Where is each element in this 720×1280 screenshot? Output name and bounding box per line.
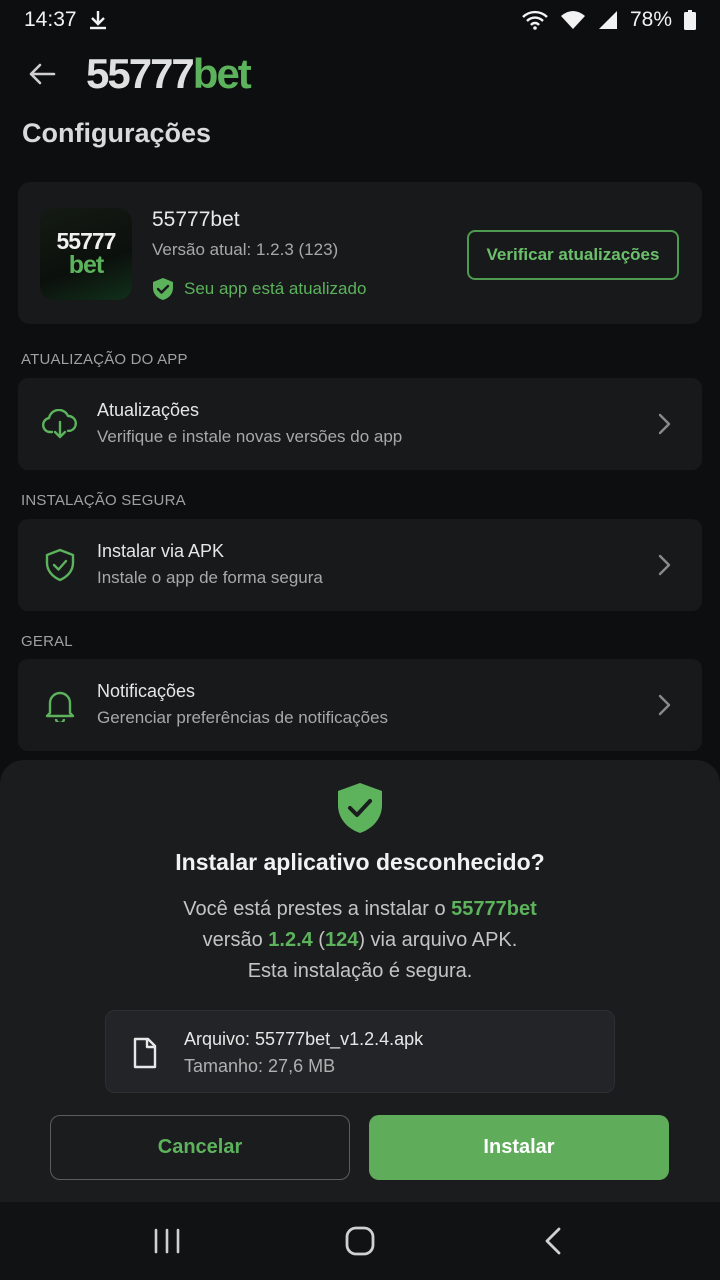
chevron-left-icon — [545, 1227, 561, 1255]
arrow-left-icon — [29, 63, 56, 85]
nav-back-button[interactable] — [523, 1211, 583, 1271]
status-right: 78% — [522, 8, 696, 32]
install-dialog-sheet: Instalar aplicativo desconhecido? Você e… — [0, 760, 720, 1202]
shield-check-outline-icon — [42, 547, 78, 583]
menu-item-subtitle: Instale o app de forma segura — [97, 568, 323, 587]
status-bar: 14:37 78% — [0, 0, 720, 40]
menu-item-title: Instalar via APK — [97, 541, 225, 561]
app-logo-bet: bet — [68, 251, 104, 279]
signal-icon — [598, 10, 618, 30]
shield-check-icon — [153, 278, 173, 300]
brand-number: 55777 — [86, 50, 195, 97]
menu-item-updates[interactable]: Atualizações Verifique e instale novas v… — [18, 378, 702, 470]
dialog-line-1: Você está prestes a instalar o 55777bet — [0, 894, 720, 925]
battery-percent: 78% — [629, 8, 672, 31]
menu-item-notifications[interactable]: Notificações Gerenciar preferências de n… — [18, 659, 702, 751]
dialog-title: Instalar aplicativo desconhecido? — [175, 849, 545, 875]
menu-item-title: Atualizações — [97, 400, 200, 420]
file-icon — [133, 1037, 157, 1069]
app-logo: 55777 bet — [40, 208, 132, 300]
app-status-text: Seu app está atualizado — [184, 279, 367, 298]
wifi-icon — [522, 10, 548, 30]
app-status: Seu app está atualizado — [152, 277, 366, 301]
menu-item-subtitle: Gerenciar preferências de notificações — [97, 708, 389, 727]
dialog-line-1-prefix: Você está prestes a instalar o — [183, 898, 452, 920]
bell-icon — [42, 687, 78, 723]
wifi-calling-icon — [560, 10, 586, 30]
download-icon — [89, 10, 107, 30]
home-button[interactable] — [330, 1211, 390, 1271]
chevron-right-icon — [658, 413, 671, 435]
menu-item-title: Notificações — [97, 681, 196, 701]
recent-apps-button[interactable] — [137, 1211, 197, 1271]
recent-apps-icon — [154, 1228, 179, 1254]
status-time: 14:37 — [24, 8, 77, 31]
dialog-line-2-suffix: ) via arquivo APK. — [358, 929, 518, 951]
menu-item-install-apk[interactable]: Instalar via APK Instale o app de forma … — [18, 519, 702, 611]
app-version: Versão atual: 1.2.3 (123) — [152, 240, 339, 259]
brand-bet: bet — [192, 50, 252, 97]
dialog-open-paren: ( — [312, 929, 325, 951]
app-logo-number: 55777 — [56, 228, 117, 254]
section-label-secure-install: INSTALAÇÃO SEGURA — [21, 492, 186, 509]
dialog-line-2: versão 1.2.4 (124) via arquivo APK. — [0, 925, 720, 956]
section-label-app-update: ATUALIZAÇÃO DO APP — [21, 351, 188, 368]
check-updates-button[interactable]: Verificar atualizações — [467, 230, 679, 280]
app-name: 55777bet — [152, 208, 240, 231]
chevron-right-icon — [658, 694, 671, 716]
menu-item-subtitle: Verifique e instale novas versões do app — [97, 427, 403, 446]
brand-logo: 55777 bet — [86, 50, 252, 98]
page-title: Configurações — [22, 118, 212, 148]
back-button[interactable] — [24, 56, 60, 92]
app-header: 55777 bet — [0, 44, 720, 104]
dialog-build: 124 — [324, 929, 359, 951]
dialog-line-2-prefix: versão — [202, 929, 269, 951]
cancel-button[interactable]: Cancelar — [50, 1115, 350, 1180]
battery-icon — [684, 10, 696, 30]
shield-check-icon — [338, 783, 382, 833]
dialog-app-name: 55777bet — [451, 898, 537, 920]
system-nav-bar — [0, 1202, 720, 1280]
cloud-download-icon — [42, 406, 78, 442]
status-left: 14:37 — [24, 8, 107, 32]
install-button[interactable]: Instalar — [369, 1115, 669, 1180]
file-size: Tamanho: 27,6 MB — [184, 1056, 336, 1076]
dialog-message: Você está prestes a instalar o 55777bet … — [0, 894, 720, 987]
section-label-general: GERAL — [21, 633, 73, 650]
file-info-box: Arquivo: 55777bet_v1.2.4.apk Tamanho: 27… — [105, 1010, 615, 1093]
dialog-line-3: Esta instalação é segura. — [247, 960, 473, 982]
file-name: Arquivo: 55777bet_v1.2.4.apk — [184, 1029, 424, 1049]
home-icon — [345, 1226, 375, 1256]
chevron-right-icon — [658, 554, 671, 576]
app-info-card: 55777 bet 55777bet Versão atual: 1.2.3 (… — [18, 182, 702, 324]
dialog-version: 1.2.4 — [268, 929, 313, 951]
